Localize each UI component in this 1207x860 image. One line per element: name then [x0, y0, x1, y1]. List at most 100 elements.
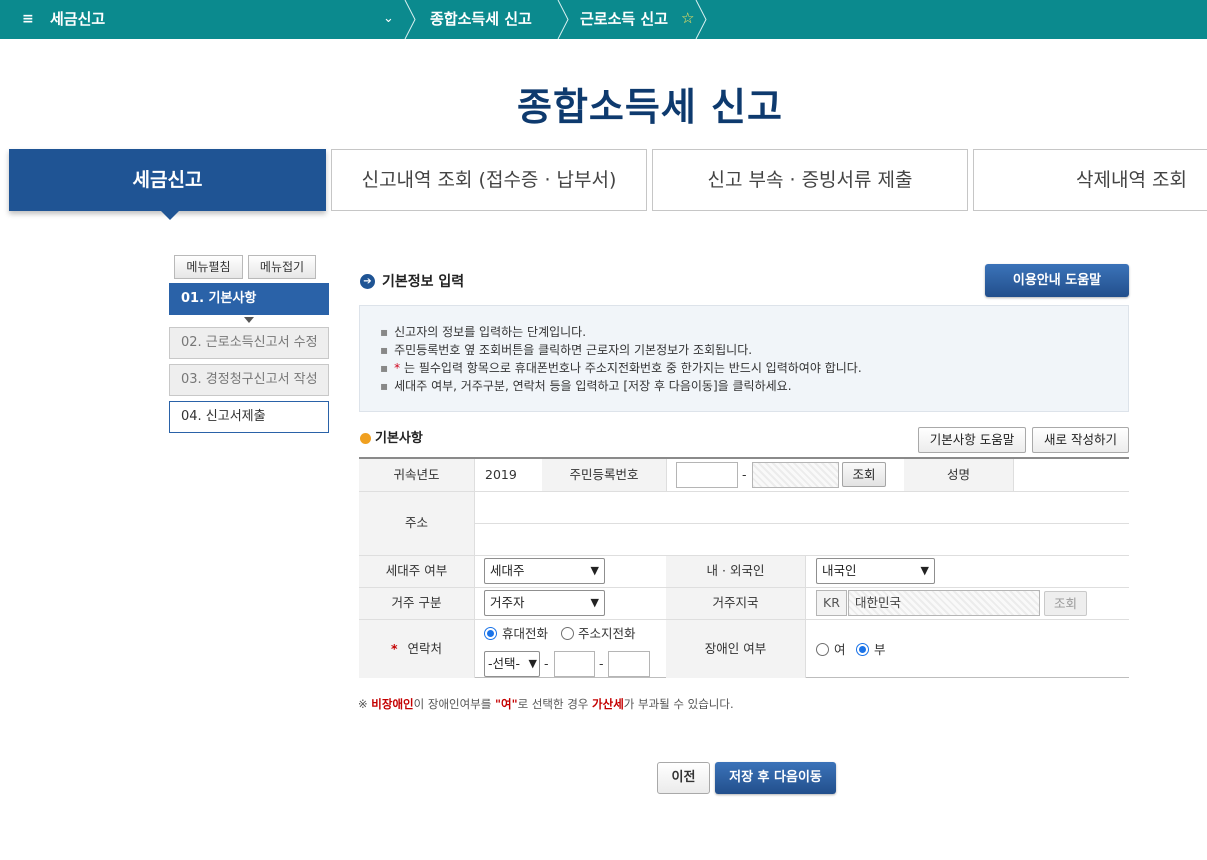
- breadcrumb-separator-icon: [695, 0, 707, 39]
- step-submit-report[interactable]: 04. 신고서제출: [169, 401, 329, 433]
- hamburger-menu-icon[interactable]: ≡: [22, 9, 34, 29]
- country-name-value: 대한민국: [855, 595, 902, 610]
- country-label: 거주지국: [712, 595, 759, 610]
- disability-label: 장애인 여부: [704, 641, 767, 656]
- info-text: 는 필수입력 항목으로 휴대폰번호나 주소지전화번호 중 한가지는 반드시 입력…: [403, 361, 862, 375]
- mobile-phone-radio[interactable]: [484, 627, 497, 640]
- tab-deleted-history[interactable]: 삭제내역 조회: [973, 149, 1207, 211]
- tab-tax-filing[interactable]: 세금신고: [9, 149, 326, 220]
- phone-middle-input[interactable]: [554, 651, 595, 677]
- disability-yes-radio[interactable]: [816, 643, 829, 656]
- root-menu-label[interactable]: 세금신고: [50, 9, 105, 29]
- arrow-circle-icon: ➔: [360, 274, 375, 289]
- col-divider: [666, 459, 667, 491]
- notice-text: 가 부과될 수 있습니다.: [623, 697, 734, 711]
- bullet-icon: ▪: [380, 379, 389, 393]
- country-name-field: 대한민국: [848, 590, 1040, 616]
- address-label: 주소: [404, 515, 428, 530]
- residence-label: 거주 구분: [391, 595, 442, 610]
- mobile-phone-option-label: 휴대전화: [502, 626, 549, 641]
- nationality-select[interactable]: 내국인 ▼: [816, 558, 935, 584]
- contact-label: 연락처: [407, 641, 443, 656]
- breadcrumb-earned-income[interactable]: 근로소득 신고: [580, 9, 668, 29]
- notice-text: 이 장애인여부를: [413, 697, 495, 711]
- info-text: 주민등록번호 옆 조회버튼을 클릭하면 근로자의 기본정보가 조회됩니다.: [394, 343, 753, 357]
- breadcrumb-separator-icon: [557, 0, 569, 39]
- penalty-notice: ※ 비장애인이 장애인여부를 "여"로 선택한 경우 가산세가 부과될 수 있습…: [358, 695, 734, 713]
- step-arrow-down-icon: [244, 317, 254, 323]
- chevron-down-icon: ▼: [528, 657, 537, 670]
- step-edit-income-report[interactable]: 02. 근로소득신고서 수정: [169, 327, 329, 359]
- orange-dot-icon: [360, 433, 371, 444]
- bullet-icon: ▪: [380, 343, 389, 357]
- favorite-star-icon[interactable]: ☆: [681, 8, 694, 28]
- household-label: 세대주 여부: [385, 563, 448, 578]
- disability-no-radio[interactable]: [856, 643, 869, 656]
- rrn-label: 주민등록번호: [569, 467, 639, 482]
- chevron-down-icon: ▼: [920, 564, 929, 577]
- new-form-button[interactable]: 새로 작성하기: [1032, 427, 1129, 453]
- notice-highlight: 비장애인: [371, 697, 414, 711]
- page-title: 종합소득세 신고: [517, 85, 783, 129]
- rrn-front-input[interactable]: [676, 462, 738, 488]
- tab-attachment-submit[interactable]: 신고 부속 · 증빙서류 제출: [652, 149, 968, 211]
- rrn-back-input[interactable]: [752, 462, 839, 488]
- col-divider: [805, 555, 806, 678]
- disability-yes-label: 여: [834, 642, 846, 657]
- required-mark: *: [390, 641, 398, 656]
- notice-mark: ※: [358, 697, 368, 711]
- step-basic-info[interactable]: 01. 기본사항: [169, 283, 329, 315]
- basic-info-help-button[interactable]: 기본사항 도움말: [918, 427, 1026, 453]
- info-box: ▪ 신고자의 정보를 입력하는 단계입니다. ▪ 주민등록번호 옆 조회버튼을 클릭…: [359, 305, 1129, 412]
- phone-prefix-select[interactable]: -선택- ▼: [484, 651, 540, 677]
- phone-prefix-value: -선택-: [488, 656, 521, 671]
- household-select[interactable]: 세대주 ▼: [484, 558, 605, 584]
- subsection-title: 기본사항: [375, 431, 423, 446]
- breadcrumb-income-tax[interactable]: 종합소득세 신고: [430, 9, 532, 29]
- country-code-field: KR: [816, 590, 847, 616]
- phone-dash: -: [544, 656, 549, 671]
- country-lookup-button[interactable]: 조회: [1044, 591, 1087, 616]
- disability-no-label: 부: [874, 642, 886, 657]
- contact-label-cell: * 연락처: [359, 639, 474, 659]
- bullet-icon: ▪: [380, 325, 389, 339]
- info-line: ▪ 주민등록번호 옆 조회버튼을 클릭하면 근로자의 기본정보가 조회됩니다.: [380, 341, 1128, 359]
- previous-button[interactable]: 이전: [657, 762, 710, 794]
- tab-filing-history[interactable]: 신고내역 조회 (접수증 · 납부서): [331, 149, 647, 211]
- bullet-icon: ▪: [380, 361, 389, 375]
- rrn-lookup-button[interactable]: 조회: [842, 462, 886, 487]
- rrn-dash: -: [742, 467, 747, 482]
- basic-info-table: 귀속년도 2019 주민등록번호 - 조회 성명 주소 세대주 여부 세대주 ▼…: [359, 457, 1129, 678]
- notice-highlight: "여": [495, 697, 518, 711]
- tab-label: 신고내역 조회 (접수증 · 납부서): [361, 169, 617, 191]
- phone-last-input[interactable]: [608, 651, 650, 677]
- col-divider: [1013, 459, 1014, 491]
- tab-label: 삭제내역 조회: [1076, 169, 1187, 191]
- chevron-down-icon: ▼: [590, 564, 599, 577]
- info-text: 신고자의 정보를 입력하는 단계입니다.: [394, 325, 587, 339]
- home-phone-option-label: 주소지전화: [578, 626, 636, 641]
- year-label: 귀속년도: [393, 467, 440, 482]
- country-code-value: KR: [823, 595, 840, 610]
- name-label: 성명: [946, 467, 970, 482]
- info-line: ▪ 신고자의 정보를 입력하는 단계입니다.: [380, 323, 1128, 341]
- residence-select[interactable]: 거주자 ▼: [484, 590, 605, 616]
- menu-collapse-button[interactable]: 메뉴접기: [248, 255, 316, 279]
- top-breadcrumb-bar: ≡ 세금신고 ⌄ 종합소득세 신고 근로소득 신고 ☆: [0, 0, 1207, 39]
- info-line: ▪ 세대주 여부, 거주구분, 연락처 등을 입력하고 [저장 후 다음이동]을 …: [380, 377, 1128, 395]
- step-correction-claim[interactable]: 03. 경정청구신고서 작성: [169, 364, 329, 396]
- usage-help-button[interactable]: 이용안내 도움말: [985, 264, 1129, 297]
- chevron-down-icon[interactable]: ⌄: [383, 8, 394, 30]
- menu-expand-button[interactable]: 메뉴펼침: [174, 255, 243, 279]
- household-select-value: 세대주: [490, 563, 525, 578]
- tab-label: 세금신고: [132, 169, 203, 191]
- required-mark: *: [394, 361, 401, 375]
- save-and-next-button[interactable]: 저장 후 다음이동: [715, 762, 836, 794]
- year-value: 2019: [485, 467, 517, 482]
- nationality-select-value: 내국인: [822, 563, 857, 578]
- home-phone-radio[interactable]: [561, 627, 574, 640]
- col-divider: [474, 459, 475, 678]
- info-line: ▪ * 는 필수입력 항목으로 휴대폰번호나 주소지전화번호 중 한가지는 반드시…: [380, 359, 1128, 377]
- notice-text: 로 선택한 경우: [517, 697, 593, 711]
- notice-highlight: 가산세: [592, 697, 624, 711]
